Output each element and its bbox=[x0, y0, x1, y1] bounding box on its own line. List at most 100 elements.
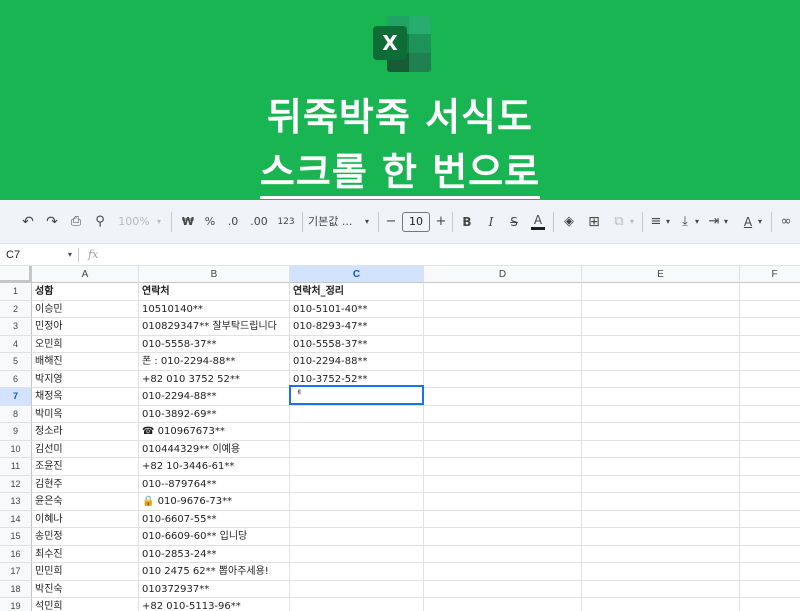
rotation-dropdown-icon[interactable]: ▾ bbox=[755, 213, 765, 231]
undo-icon[interactable]: ↶ bbox=[20, 213, 36, 231]
grid-cell-e[interactable] bbox=[582, 580, 740, 598]
grid-cell-c[interactable] bbox=[290, 563, 424, 581]
grid-cell-c[interactable] bbox=[290, 493, 424, 511]
row-header[interactable]: 16 bbox=[0, 545, 32, 563]
merge-cells-icon[interactable]: ⧉ bbox=[611, 213, 627, 231]
grid-cell-d[interactable] bbox=[424, 318, 582, 336]
merge-dropdown-icon[interactable]: ▾ bbox=[627, 213, 637, 231]
grid-cell-a[interactable]: 이승민 bbox=[32, 300, 139, 318]
grid-cell-b[interactable]: 010-2853-24** bbox=[139, 545, 290, 563]
row-header[interactable]: 8 bbox=[0, 405, 32, 423]
currency-format-button[interactable]: ₩ bbox=[180, 213, 196, 231]
grid-cell-f[interactable] bbox=[740, 318, 800, 336]
grid-cell-b[interactable]: 010-3892-69** bbox=[139, 405, 290, 423]
column-header-d[interactable]: D bbox=[424, 266, 582, 283]
vertical-align-icon[interactable]: ⤓ bbox=[678, 213, 692, 231]
borders-icon[interactable]: ⊞ bbox=[586, 213, 602, 231]
column-header-e[interactable]: E bbox=[582, 266, 740, 283]
grid-cell-e[interactable] bbox=[582, 353, 740, 371]
grid-cell-e[interactable] bbox=[582, 528, 740, 546]
grid-cell-d[interactable] bbox=[424, 370, 582, 388]
grid-cell-a[interactable]: 윤은숙 bbox=[32, 493, 139, 511]
formula-input[interactable] bbox=[108, 247, 788, 263]
row-header[interactable]: 15 bbox=[0, 528, 32, 546]
select-all-corner[interactable] bbox=[0, 266, 32, 283]
name-box-dropdown-icon[interactable]: ▾ bbox=[68, 247, 72, 263]
grid-cell-d[interactable] bbox=[424, 598, 582, 611]
grid-cell-b[interactable]: 010444329** 이예용 bbox=[139, 440, 290, 458]
zoom-select[interactable]: 100% bbox=[114, 213, 154, 231]
grid-cell-f[interactable] bbox=[740, 598, 800, 611]
grid-cell-b[interactable]: 010372937** bbox=[139, 580, 290, 598]
grid-cell-c[interactable]: 연락처_정리 bbox=[290, 283, 424, 301]
grid-cell-e[interactable] bbox=[582, 388, 740, 406]
active-cell-editor[interactable]: ᅦ bbox=[289, 385, 424, 405]
grid-cell-e[interactable] bbox=[582, 493, 740, 511]
grid-cell-b[interactable]: 010-6609-60** 입니당 bbox=[139, 528, 290, 546]
column-header-a[interactable]: A bbox=[32, 266, 139, 283]
grid-cell-d[interactable] bbox=[424, 440, 582, 458]
row-header[interactable]: 14 bbox=[0, 510, 32, 528]
grid-cell-b[interactable]: ☎ 010967673** bbox=[139, 423, 290, 441]
wrap-dropdown-icon[interactable]: ▾ bbox=[721, 213, 731, 231]
decrease-decimal-button[interactable]: .0 bbox=[224, 213, 242, 231]
grid-cell-c[interactable] bbox=[290, 580, 424, 598]
grid-cell-d[interactable] bbox=[424, 458, 582, 476]
row-header[interactable]: 4 bbox=[0, 335, 32, 353]
grid-cell-e[interactable] bbox=[582, 598, 740, 611]
column-header-c[interactable]: C bbox=[290, 266, 424, 283]
grid-cell-c[interactable] bbox=[290, 405, 424, 423]
font-size-input[interactable]: 10 bbox=[402, 212, 430, 232]
grid-cell-d[interactable] bbox=[424, 510, 582, 528]
grid-cell-a[interactable]: 김현주 bbox=[32, 475, 139, 493]
row-header[interactable]: 12 bbox=[0, 475, 32, 493]
grid-cell-c[interactable] bbox=[290, 598, 424, 611]
grid-cell-f[interactable] bbox=[740, 441, 800, 458]
grid-cell-a[interactable]: 정소라 bbox=[32, 423, 139, 441]
row-header[interactable]: 3 bbox=[0, 318, 32, 336]
grid-cell-f[interactable] bbox=[740, 476, 800, 493]
italic-button[interactable]: I bbox=[484, 213, 498, 231]
insert-link-icon[interactable]: ∞ bbox=[778, 213, 794, 231]
grid-cell-b[interactable]: +82 10-3446-61** bbox=[139, 458, 290, 476]
grid-cell-d[interactable] bbox=[424, 335, 582, 353]
grid-cell-b[interactable]: 010-6607-55** bbox=[139, 510, 290, 528]
grid-cell-d[interactable] bbox=[424, 563, 582, 581]
grid-cell-d[interactable] bbox=[424, 528, 582, 546]
row-header[interactable]: 7 bbox=[0, 388, 32, 406]
grid-cell-b[interactable]: 폰 : 010-2294-88** bbox=[139, 353, 290, 371]
grid-cell-e[interactable] bbox=[582, 283, 740, 301]
grid-cell-c[interactable] bbox=[290, 510, 424, 528]
redo-icon[interactable]: ↷ bbox=[44, 213, 60, 231]
grid-cell-f[interactable] bbox=[740, 493, 800, 511]
row-header[interactable]: 13 bbox=[0, 493, 32, 511]
grid-cell-e[interactable] bbox=[582, 440, 740, 458]
strikethrough-button[interactable]: S bbox=[507, 213, 521, 231]
fill-color-icon[interactable]: ◈ bbox=[561, 213, 577, 231]
print-icon[interactable]: ⎙ bbox=[68, 213, 84, 231]
row-header[interactable]: 9 bbox=[0, 423, 32, 441]
row-header[interactable]: 2 bbox=[0, 300, 32, 318]
grid-cell-f[interactable] bbox=[740, 371, 800, 388]
grid-cell-a[interactable]: 박지영 bbox=[32, 370, 139, 388]
column-header-b[interactable]: B bbox=[139, 266, 290, 283]
grid-cell-a[interactable]: 배해진 bbox=[32, 353, 139, 371]
grid-cell-a[interactable]: 채정옥 bbox=[32, 388, 139, 406]
font-size-decrease-button[interactable]: − bbox=[384, 213, 398, 231]
row-header[interactable]: 19 bbox=[0, 598, 32, 611]
grid-cell-a[interactable]: 석민희 bbox=[32, 598, 139, 611]
font-family-select[interactable]: 기본값 ... bbox=[308, 213, 362, 231]
grid-cell-d[interactable] bbox=[424, 283, 582, 301]
font-size-increase-button[interactable]: + bbox=[434, 213, 448, 231]
grid-cell-f[interactable] bbox=[740, 336, 800, 353]
grid-cell-b[interactable]: 🔒 010-9676-73** bbox=[139, 493, 290, 511]
grid-cell-a[interactable]: 조윤진 bbox=[32, 458, 139, 476]
grid-cell-a[interactable]: 민민희 bbox=[32, 563, 139, 581]
grid-cell-e[interactable] bbox=[582, 300, 740, 318]
grid-cell-e[interactable] bbox=[582, 318, 740, 336]
grid-cell-a[interactable]: 박미옥 bbox=[32, 405, 139, 423]
grid-cell-c[interactable] bbox=[290, 423, 424, 441]
grid-cell-e[interactable] bbox=[582, 475, 740, 493]
grid-cell-b[interactable]: 연락처 bbox=[139, 283, 290, 301]
grid-cell-e[interactable] bbox=[582, 458, 740, 476]
